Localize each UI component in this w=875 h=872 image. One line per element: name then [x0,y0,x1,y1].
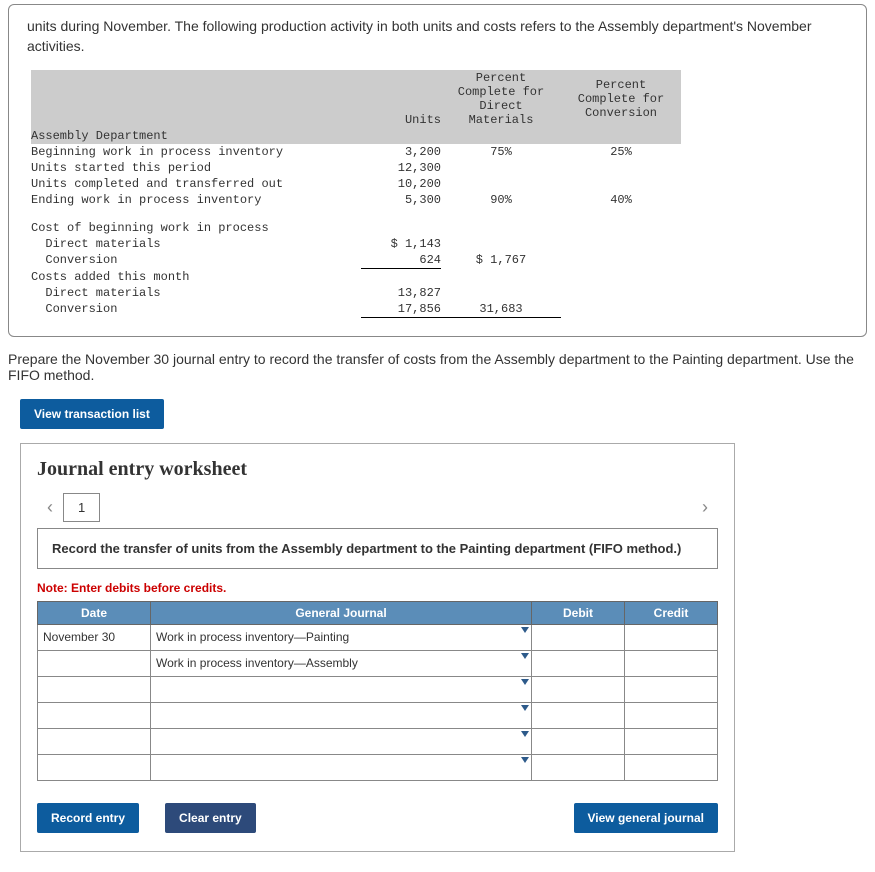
chevron-down-icon [521,705,529,711]
chevron-down-icon [521,757,529,763]
table-row: Work in process inventory—Assembly [38,650,718,676]
journal-entry-panel: Journal entry worksheet ‹ 1 › Record the… [20,443,735,852]
account-select[interactable] [151,728,532,754]
instruction-text: Prepare the November 30 journal entry to… [8,351,867,383]
clear-entry-button[interactable]: Clear entry [165,803,256,833]
record-entry-button[interactable]: Record entry [37,803,139,833]
date-cell[interactable]: November 30 [38,624,151,650]
credit-input[interactable] [625,650,718,676]
worksheet-title: Journal entry worksheet [37,458,718,481]
production-data-table: Units PercentComplete forDirectMaterials… [31,70,681,318]
table-row [38,676,718,702]
table-row [38,728,718,754]
date-cell[interactable] [38,650,151,676]
chevron-down-icon [521,731,529,737]
account-select[interactable] [151,754,532,780]
entry-description: Record the transfer of units from the As… [37,528,718,569]
col-credit: Credit [625,601,718,624]
intro-text: units during November. The following pro… [27,17,848,56]
chevron-down-icon [521,679,529,685]
col-date: Date [38,601,151,624]
view-transaction-list-button[interactable]: View transaction list [20,399,164,429]
account-select[interactable] [151,702,532,728]
table-row [38,754,718,780]
prev-entry-chevron[interactable]: ‹ [37,497,63,518]
view-general-journal-button[interactable]: View general journal [574,803,718,833]
chevron-down-icon [521,653,529,659]
col-general-journal: General Journal [151,601,532,624]
debit-input[interactable] [532,650,625,676]
table-row [38,702,718,728]
col-debit: Debit [532,601,625,624]
account-select[interactable]: Work in process inventory—Assembly [151,650,532,676]
debits-credits-note: Note: Enter debits before credits. [37,581,718,595]
next-entry-chevron[interactable]: › [692,497,718,518]
entry-tab-1[interactable]: 1 [63,493,100,522]
chevron-down-icon [521,627,529,633]
account-select[interactable] [151,676,532,702]
account-select[interactable]: Work in process inventory—Painting [151,624,532,650]
table-row: November 30 Work in process inventory—Pa… [38,624,718,650]
journal-entry-table: Date General Journal Debit Credit Novemb… [37,601,718,781]
credit-input[interactable] [625,624,718,650]
debit-input[interactable] [532,624,625,650]
